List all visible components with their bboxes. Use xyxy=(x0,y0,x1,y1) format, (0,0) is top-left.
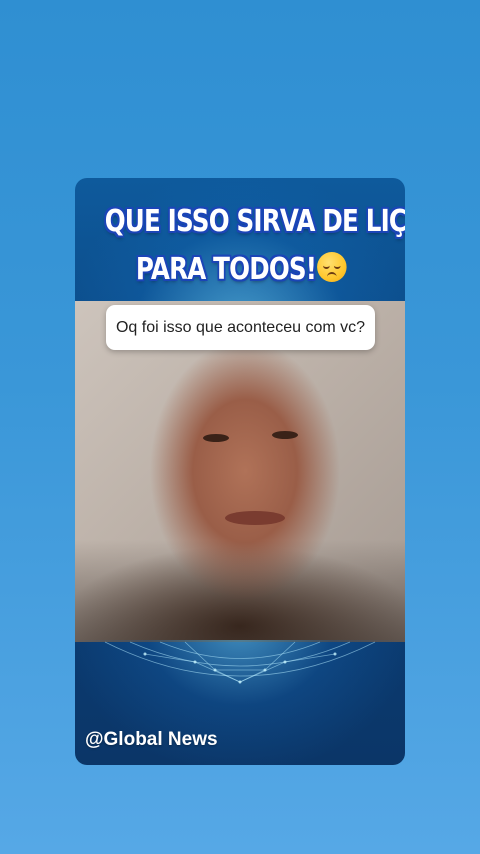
disappointed-face-icon xyxy=(317,252,347,282)
post-card[interactable]: QUE ISSO SIRVA DE LIÇÃO PARA TODOS! Oq f… xyxy=(75,178,405,765)
headline-line-1: QUE ISSO SIRVA DE LIÇÃO xyxy=(104,204,405,239)
question-sticker-text: Oq foi isso que aconteceu com vc? xyxy=(115,318,366,336)
video-frame[interactable] xyxy=(75,301,405,642)
globe-network-graphic xyxy=(104,641,376,684)
headline-line-2-text: PARA TODOS! xyxy=(135,252,317,287)
question-sticker[interactable]: Oq foi isso que aconteceu com vc? xyxy=(106,305,375,350)
video-shade xyxy=(75,301,405,642)
channel-handle[interactable]: @Global News xyxy=(85,729,218,751)
headline-line-2: PARA TODOS! xyxy=(105,252,376,287)
